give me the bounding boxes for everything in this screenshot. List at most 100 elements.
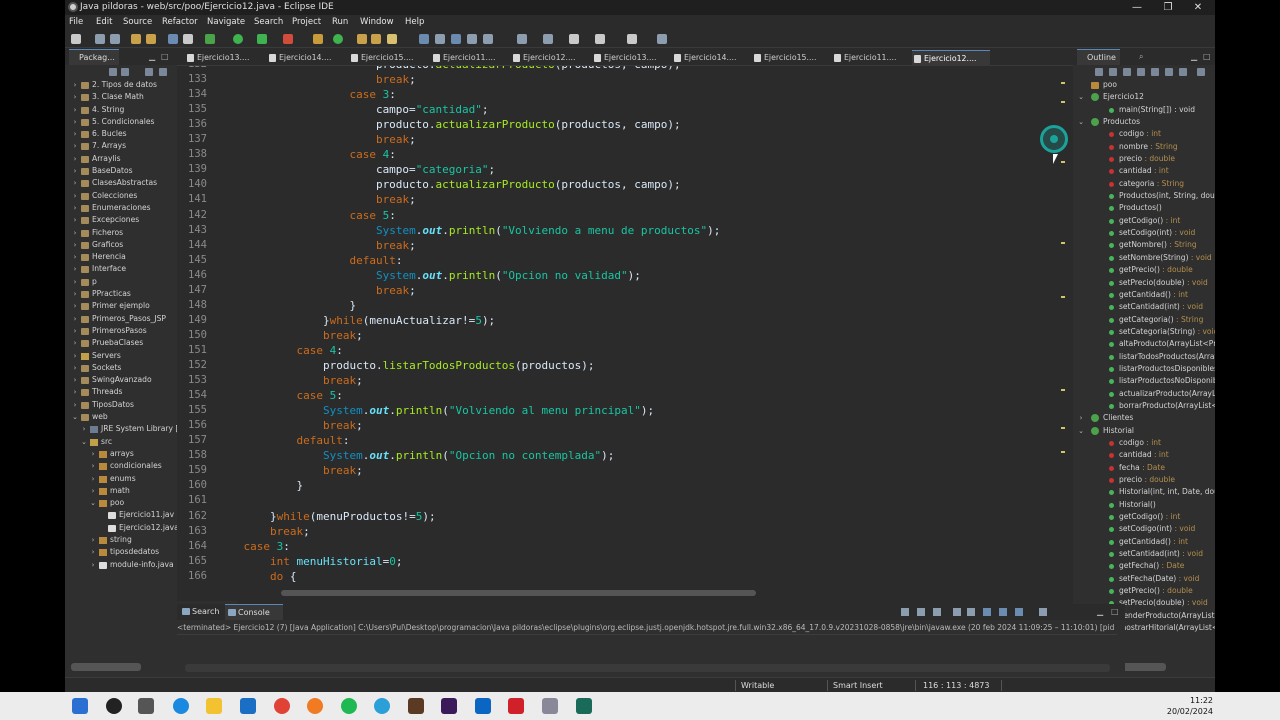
terminal-icon[interactable]: [168, 34, 178, 44]
outline-item[interactable]: getCodigo() : int: [1073, 215, 1215, 227]
editor-tab[interactable]: Ejercicio13....: [185, 50, 261, 66]
outline-item[interactable]: codigo : int: [1073, 128, 1215, 140]
outline-item[interactable]: setCantidad(int) : void: [1073, 301, 1215, 313]
edge-icon[interactable]: [173, 698, 189, 714]
collapsed-chevron-icon[interactable]: ›: [71, 128, 79, 140]
restore-button[interactable]: ❐: [1153, 0, 1183, 15]
collapse-all-icon[interactable]: [109, 68, 117, 76]
new-icon[interactable]: [71, 34, 81, 44]
view-menu-icon[interactable]: [159, 68, 167, 76]
outline-item[interactable]: getPrecio() : double: [1073, 585, 1215, 597]
undo-icon[interactable]: [131, 34, 141, 44]
perspective-icon[interactable]: [657, 34, 667, 44]
open-type-icon[interactable]: [357, 34, 367, 44]
hide-static-icon[interactable]: [1123, 68, 1131, 76]
collapsed-chevron-icon[interactable]: ›: [71, 288, 79, 300]
console-view-menu-icon[interactable]: [1039, 608, 1047, 616]
menu-search[interactable]: Search: [254, 15, 283, 29]
outline-item[interactable]: borrarProducto(ArrayList<: [1073, 400, 1215, 412]
collapsed-chevron-icon[interactable]: ›: [71, 202, 79, 214]
outline-item[interactable]: nombre : String: [1073, 141, 1215, 153]
system-clock[interactable]: 11:22 20/02/2024: [1167, 695, 1213, 717]
minimize-view-icon[interactable]: ▁: [149, 49, 159, 65]
back-icon[interactable]: [595, 34, 605, 44]
outline-item[interactable]: Productos(int, String, doub: [1073, 190, 1215, 202]
outline-item[interactable]: setCodigo(int) : void: [1073, 523, 1215, 535]
editor-tab[interactable]: Ejercicio12....: [511, 50, 587, 66]
editor-tab[interactable]: Ejercicio15....: [752, 50, 828, 66]
outline-item[interactable]: Historial(): [1073, 499, 1215, 511]
horizontal-scroll-thumb[interactable]: [281, 590, 756, 596]
editor-tab[interactable]: Ejercicio13....: [592, 50, 668, 66]
outline-tab[interactable]: Outline: [1077, 49, 1120, 65]
collapsed-chevron-icon[interactable]: ›: [71, 263, 79, 275]
expanded-chevron-icon[interactable]: ⌄: [71, 411, 79, 423]
external-tools-icon[interactable]: [283, 34, 293, 44]
outline-maximize-icon[interactable]: □: [1203, 49, 1213, 65]
collapsed-chevron-icon[interactable]: ›: [71, 239, 79, 251]
file-explorer-icon[interactable]: [206, 698, 222, 714]
menu-help[interactable]: Help: [405, 15, 424, 29]
outline-search-icon[interactable]: ⌕: [1139, 49, 1149, 65]
skip-breakpoints-icon[interactable]: [183, 34, 193, 44]
collapsed-chevron-icon[interactable]: ›: [71, 325, 79, 337]
link-with-editor-icon[interactable]: [121, 68, 129, 76]
clear-console-icon[interactable]: [933, 608, 941, 616]
outline-item[interactable]: listarProductosNoDisponib: [1073, 375, 1215, 387]
outline-menu-icon[interactable]: [1197, 68, 1205, 76]
open-console-icon[interactable]: [1015, 608, 1023, 616]
package-explorer-tab[interactable]: Packag...: [69, 49, 119, 65]
collapsed-chevron-icon[interactable]: ›: [1077, 412, 1085, 424]
snipping-tool-icon[interactable]: [542, 698, 558, 714]
outline-item[interactable]: categoria : String: [1073, 178, 1215, 190]
collapsed-chevron-icon[interactable]: ›: [71, 116, 79, 128]
search-toolbar-icon[interactable]: [387, 34, 397, 44]
outline-item[interactable]: actualizarProducto(ArrayLi: [1073, 388, 1215, 400]
outline-item[interactable]: getPrecio() : double: [1073, 264, 1215, 276]
run-icon[interactable]: [233, 34, 243, 44]
collapsed-chevron-icon[interactable]: ›: [89, 534, 97, 546]
collapsed-chevron-icon[interactable]: ›: [89, 485, 97, 497]
next-annotation-icon[interactable]: [517, 34, 527, 44]
outline-item[interactable]: setCategoria(String) : void: [1073, 326, 1215, 338]
collapsed-chevron-icon[interactable]: ›: [89, 546, 97, 558]
acrobat-icon[interactable]: [508, 698, 524, 714]
outline-item[interactable]: setFecha(Date) : void: [1073, 573, 1215, 585]
show-selected-icon[interactable]: [483, 34, 493, 44]
task-view-icon[interactable]: [138, 698, 154, 714]
collapsed-chevron-icon[interactable]: ›: [89, 559, 97, 571]
outline-item[interactable]: Productos(): [1073, 202, 1215, 214]
outline-item[interactable]: setPrecio(double) : void: [1073, 277, 1215, 289]
collapsed-chevron-icon[interactable]: ›: [71, 177, 79, 189]
editor-horizontal-scrollbar[interactable]: [281, 588, 1105, 598]
collapsed-chevron-icon[interactable]: ›: [89, 448, 97, 460]
forward-icon[interactable]: [627, 34, 637, 44]
collapsed-chevron-icon[interactable]: ›: [71, 214, 79, 226]
telegram-icon[interactable]: [374, 698, 390, 714]
collapsed-chevron-icon[interactable]: ›: [71, 91, 79, 103]
last-edit-icon[interactable]: [569, 34, 579, 44]
outline-item[interactable]: › Clientes: [1073, 412, 1215, 424]
redo-icon[interactable]: [146, 34, 156, 44]
collapsed-chevron-icon[interactable]: ›: [71, 104, 79, 116]
outline-item[interactable]: precio : double: [1073, 153, 1215, 165]
outline-item[interactable]: getCantidad() : int: [1073, 289, 1215, 301]
open-resource-icon[interactable]: [371, 34, 381, 44]
menu-project[interactable]: Project: [292, 15, 321, 29]
menu-edit[interactable]: Edit: [96, 15, 112, 29]
hide-nonpublic-icon[interactable]: [1137, 68, 1145, 76]
outline-item[interactable]: ⌄ Productos: [1073, 116, 1215, 128]
collapsed-chevron-icon[interactable]: ›: [71, 362, 79, 374]
outline-item[interactable]: poo: [1073, 79, 1215, 91]
outline-item[interactable]: getCantidad() : int: [1073, 536, 1215, 548]
filter-icon[interactable]: [145, 68, 153, 76]
collapsed-chevron-icon[interactable]: ›: [89, 473, 97, 485]
collapsed-chevron-icon[interactable]: ›: [71, 79, 79, 91]
console-minimize-icon[interactable]: ▁: [1097, 604, 1103, 620]
remove-launch-icon[interactable]: [917, 608, 925, 616]
outline-item[interactable]: altaProducto(ArrayList<Pro: [1073, 338, 1215, 350]
spotify-icon[interactable]: [341, 698, 357, 714]
toggle-whitespace-icon[interactable]: [451, 34, 461, 44]
collapsed-chevron-icon[interactable]: ›: [71, 153, 79, 165]
console-maximize-icon[interactable]: □: [1111, 604, 1119, 620]
